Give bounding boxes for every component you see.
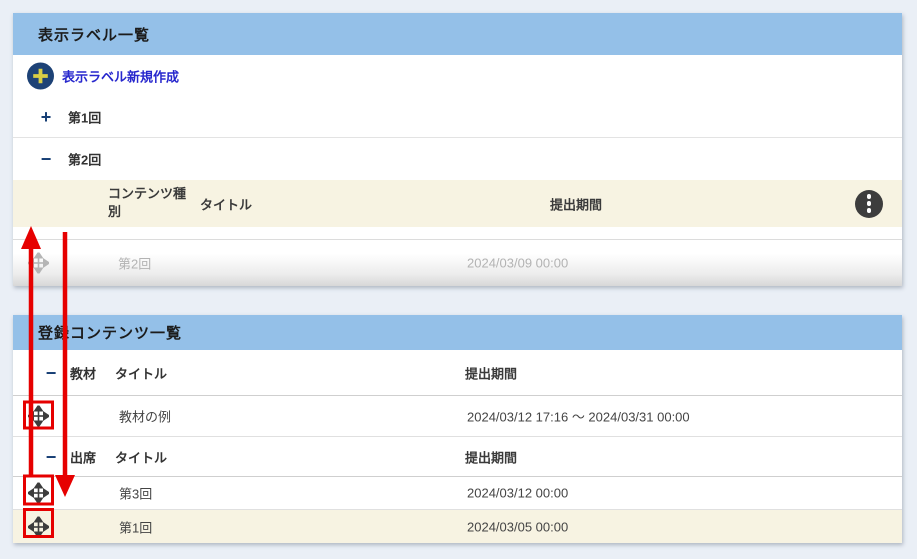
empty-row xyxy=(13,227,902,240)
panel-title: 表示ラベル一覧 xyxy=(38,24,150,45)
content-title: 第1回 xyxy=(119,517,152,536)
content-title: 第3回 xyxy=(119,484,152,503)
move-icon[interactable] xyxy=(28,406,49,427)
move-icon xyxy=(28,253,49,274)
kebab-menu-icon[interactable] xyxy=(855,190,883,218)
panel-header: 登録コンテンツ一覧 xyxy=(13,315,902,350)
plus-glyph xyxy=(27,63,54,90)
move-icon[interactable] xyxy=(28,483,49,504)
section-header-shusseki: − 出席 タイトル 提出期間 xyxy=(13,437,902,477)
collapse-icon[interactable]: − xyxy=(43,449,59,465)
page: { "label_list": { "title": "表示ラベル一覧", "c… xyxy=(0,0,917,559)
column-title: タイトル xyxy=(115,447,167,466)
content-period: 2024/03/05 00:00 xyxy=(467,519,568,534)
display-label-list-panel: 表示ラベル一覧 表示ラベル新規作成 + 第1回 − 第2回 コンテンツ種別 タイ… xyxy=(13,13,902,286)
label-group-row: + 第1回 xyxy=(13,97,902,138)
create-label-row: 表示ラベル新規作成 xyxy=(13,55,902,97)
section-category: 出席 xyxy=(70,447,96,466)
content-period: 2024/03/12 17:16 ～ 2024/03/31 00:00 xyxy=(467,407,690,426)
panel-header: 表示ラベル一覧 xyxy=(13,13,902,55)
collapse-icon[interactable]: − xyxy=(38,151,54,167)
column-period: 提出期間 xyxy=(465,447,517,466)
add-icon[interactable] xyxy=(27,63,54,90)
column-title: タイトル xyxy=(115,363,167,382)
label-group-name: 第1回 xyxy=(68,108,101,127)
panel-title: 登録コンテンツ一覧 xyxy=(38,322,182,343)
create-label-link[interactable]: 表示ラベル新規作成 xyxy=(62,67,179,86)
content-title: 教材の例 xyxy=(119,407,171,426)
label-group-name: 第2回 xyxy=(68,150,101,169)
content-row: 第1回 2024/03/05 00:00 xyxy=(13,510,902,543)
section-category: 教材 xyxy=(70,363,96,382)
label-table-header: コンテンツ種別 タイトル 提出期間 xyxy=(13,180,902,227)
label-group-row: − 第2回 xyxy=(13,138,902,180)
column-content-type: コンテンツ種別 xyxy=(108,185,190,223)
collapse-icon[interactable]: − xyxy=(43,365,59,381)
expand-icon[interactable]: + xyxy=(38,109,54,125)
drop-row-title: 第2回 xyxy=(118,254,151,273)
column-period: 提出期間 xyxy=(465,363,517,382)
column-period: 提出期間 xyxy=(550,194,602,213)
drop-target-row: 第2回 2024/03/09 00:00 xyxy=(13,240,902,286)
column-title: タイトル xyxy=(200,194,252,213)
move-icon[interactable] xyxy=(28,516,49,537)
content-period: 2024/03/12 00:00 xyxy=(467,486,568,501)
registered-content-list-panel: 登録コンテンツ一覧 − 教材 タイトル 提出期間 教材の例 2024/03/12… xyxy=(13,315,902,543)
section-header-kyozai: − 教材 タイトル 提出期間 xyxy=(13,350,902,396)
drop-row-period: 2024/03/09 00:00 xyxy=(467,256,568,271)
content-row: 教材の例 2024/03/12 17:16 ～ 2024/03/31 00:00 xyxy=(13,396,902,437)
content-row: 第3回 2024/03/12 00:00 xyxy=(13,477,902,510)
